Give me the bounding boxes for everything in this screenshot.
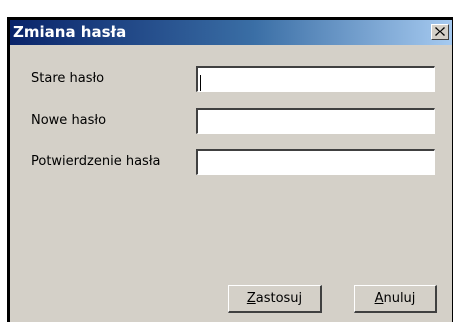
- cancel-label: nuluj: [383, 290, 416, 306]
- password-change-dialog: Zmiana hasła Stare hasło Nowe hasło Potw…: [7, 17, 453, 322]
- cancel-button[interactable]: Anuluj: [354, 285, 437, 313]
- new-password-label: Nowe hasło: [31, 113, 107, 128]
- old-password-label: Stare hasło: [31, 71, 105, 86]
- apply-accelerator: Z: [246, 290, 256, 306]
- old-password-field[interactable]: [196, 66, 435, 92]
- apply-label: astosuj: [255, 290, 303, 306]
- titlebar[interactable]: Zmiana hasła: [10, 20, 452, 45]
- text-caret: [200, 75, 201, 91]
- close-icon: [435, 27, 445, 36]
- confirm-password-field[interactable]: [196, 149, 435, 175]
- confirm-password-label: Potwierdzenie hasła: [31, 154, 161, 169]
- close-button[interactable]: [431, 24, 449, 40]
- new-password-field[interactable]: [196, 108, 435, 134]
- apply-button[interactable]: Zastosuj: [228, 285, 322, 313]
- dialog-body: Zmiana hasła Stare hasło Nowe hasło Potw…: [10, 20, 452, 322]
- dialog-title: Zmiana hasła: [13, 23, 127, 41]
